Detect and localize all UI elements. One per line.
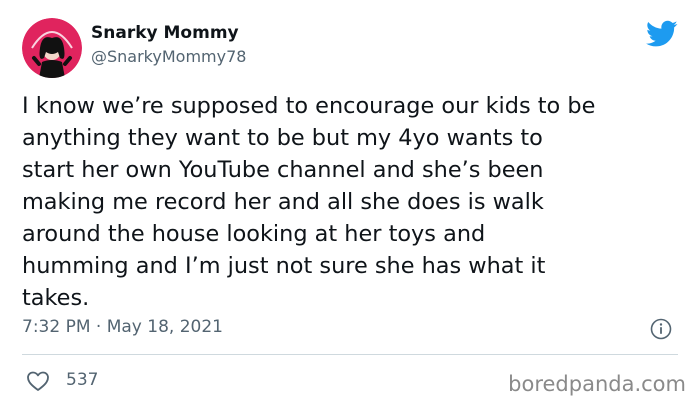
author-display-name[interactable]: Snarky Mommy — [91, 23, 239, 43]
tweet-text: I know we’re supposed to encourage our k… — [22, 93, 596, 311]
info-icon[interactable] — [650, 318, 672, 340]
divider — [22, 354, 678, 355]
heart-icon[interactable] — [26, 370, 50, 392]
avatar[interactable] — [22, 18, 82, 78]
tweet-timestamp[interactable]: 7:32 PM · May 18, 2021 — [22, 317, 223, 337]
avatar-image — [22, 18, 82, 78]
twitter-bird-icon[interactable] — [646, 20, 678, 48]
author-handle[interactable]: @SnarkyMommy78 — [91, 47, 246, 66]
like-count: 537 — [66, 370, 99, 390]
watermark: boredpanda.com — [508, 372, 686, 396]
